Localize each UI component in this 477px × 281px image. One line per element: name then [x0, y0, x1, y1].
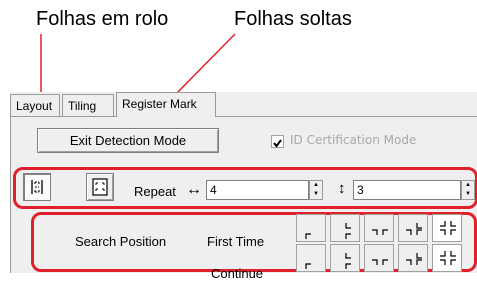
tab-tiling[interactable]: Tiling: [62, 94, 114, 116]
id-certification-label: ID Certification Mode: [290, 133, 417, 147]
horizontal-arrow-icon: ↔: [186, 181, 202, 198]
corner-mark-icon: [345, 223, 351, 239]
repeat-horizontal-spinner[interactable]: ▲ ▼: [309, 180, 323, 200]
search-position-cell[interactable]: [432, 244, 462, 272]
single-sheet-button[interactable]: [86, 173, 114, 201]
id-certification-checkbox[interactable]: [271, 135, 284, 148]
first-time-label: First Time: [207, 234, 265, 249]
checkmark-icon: [273, 139, 282, 148]
tab-layout[interactable]: Layout: [10, 94, 60, 116]
search-position-cell[interactable]: [398, 214, 428, 242]
corner-mark-icon: [406, 253, 422, 265]
register-mark-page: Exit Detection Mode ID Certification Mod…: [10, 116, 477, 281]
corner-mark-icon: [440, 221, 456, 235]
corner-mark-icon: [305, 233, 311, 239]
search-position-cell[interactable]: [296, 244, 326, 272]
roll-sheet-icon: [31, 180, 43, 194]
spin-up-icon[interactable]: ▲: [310, 181, 322, 190]
spin-down-icon[interactable]: ▼: [310, 190, 322, 199]
search-position-cell[interactable]: [296, 214, 326, 242]
single-sheet-icon: [92, 178, 108, 196]
search-position-cell[interactable]: [330, 244, 360, 272]
repeat-label: Repeat: [134, 184, 176, 199]
continue-label: Continue: [211, 266, 264, 281]
search-position-label: Search Position: [75, 234, 167, 249]
search-position-cell[interactable]: [330, 214, 360, 242]
dialog-panel: Layout Tiling Register Mark Exit Detecti…: [10, 92, 477, 281]
vertical-arrow-icon: ↕: [338, 180, 346, 197]
corner-mark-icon: [372, 229, 388, 235]
search-position-cell[interactable]: [364, 244, 394, 272]
spin-down-icon[interactable]: ▼: [462, 190, 474, 199]
repeat-horizontal-input[interactable]: 4: [206, 180, 309, 200]
corner-mark-icon: [406, 223, 422, 235]
corner-mark-icon: [305, 263, 311, 269]
roll-sheet-button[interactable]: [23, 173, 51, 201]
repeat-vertical-input[interactable]: 3: [353, 180, 461, 200]
search-position-cell[interactable]: [432, 214, 462, 242]
search-position-cell[interactable]: [364, 214, 394, 242]
repeat-vertical-spinner[interactable]: ▲ ▼: [461, 180, 475, 200]
corner-mark-icon: [440, 251, 456, 265]
exit-detection-mode-button[interactable]: Exit Detection Mode: [37, 128, 219, 153]
spin-up-icon[interactable]: ▲: [462, 181, 474, 190]
tab-register-mark[interactable]: Register Mark: [116, 92, 216, 117]
tab-strip: Layout Tiling Register Mark: [10, 92, 477, 117]
corner-mark-icon: [345, 253, 351, 269]
corner-mark-icon: [372, 259, 388, 265]
search-position-cell[interactable]: [398, 244, 428, 272]
